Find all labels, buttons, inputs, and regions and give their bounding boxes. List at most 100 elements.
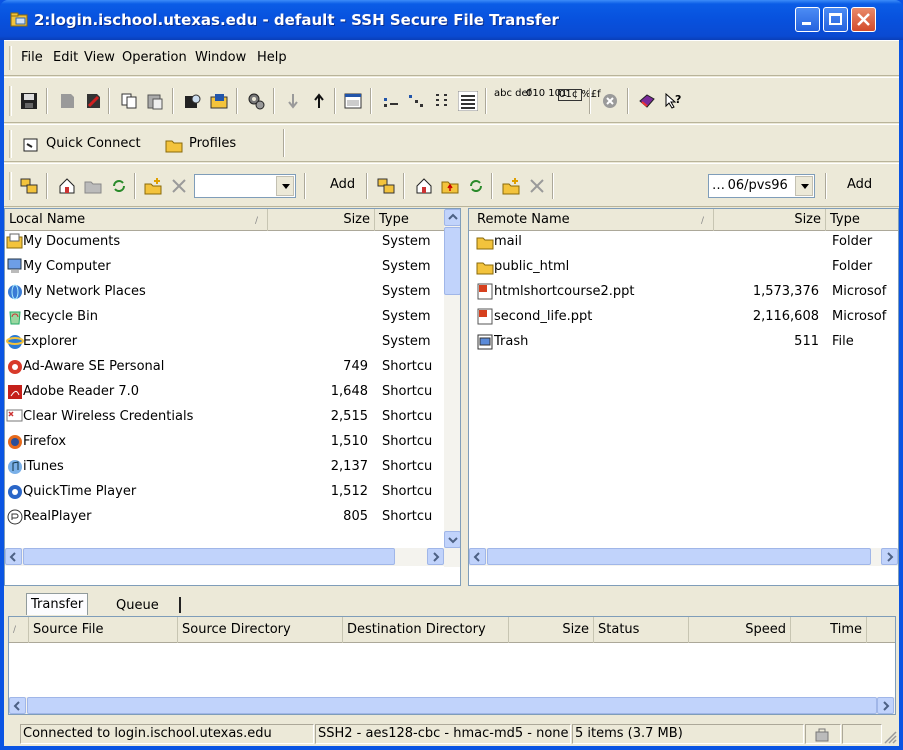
file-row[interactable]: Firefox 1,510 Shortcu — [5, 431, 445, 456]
menu-file[interactable]: File — [21, 50, 43, 65]
remote-file-pane[interactable]: Remote Name ∕ Size Type mail Folder public… — [468, 208, 899, 586]
menu-operation[interactable]: Operation — [122, 50, 187, 65]
file-row[interactable]: Ad-Aware SE Personal 749 Shortcu — [5, 356, 445, 381]
menu-window[interactable]: Window — [195, 50, 246, 65]
small-icons-view-icon[interactable] — [408, 92, 426, 110]
chevron-down-icon[interactable] — [795, 176, 813, 196]
local-add-button[interactable]: Add — [330, 177, 355, 192]
speed-column-header[interactable]: Speed — [689, 617, 791, 643]
local-type-column-header[interactable]: Type — [375, 209, 445, 231]
scroll-thumb[interactable] — [444, 227, 460, 295]
settings-gears-icon[interactable] — [247, 92, 265, 110]
ascii-mode-icon[interactable]: 01¢ %£f — [558, 89, 601, 101]
save-icon[interactable] — [20, 92, 38, 110]
chevron-down-icon[interactable] — [276, 176, 294, 196]
file-row[interactable]: Clear Wireless Credentials 2,515 Shortcu — [5, 406, 445, 431]
local-name-column-header[interactable]: Local Name — [5, 209, 268, 231]
tab-queue[interactable]: Queue — [112, 596, 163, 615]
transfer-list[interactable]: ∕ Source File Source Directory Destinati… — [8, 616, 896, 715]
local-new-folder-icon[interactable] — [144, 177, 162, 195]
local-view-toggle-icon[interactable] — [20, 177, 38, 195]
scroll-right-button[interactable] — [881, 548, 898, 565]
destination-directory-column-header[interactable]: Destination Directory — [343, 617, 509, 643]
time-column-header[interactable]: Time — [791, 617, 867, 643]
local-refresh-icon[interactable] — [110, 177, 128, 195]
local-file-pane[interactable]: Local Name ∕ Size Type My Documents Syste… — [4, 208, 461, 586]
paste-icon[interactable] — [146, 92, 164, 110]
remote-refresh-icon[interactable] — [467, 177, 485, 195]
list-view-icon[interactable] — [434, 92, 452, 110]
scroll-right-button[interactable] — [427, 548, 444, 565]
binary-mode-icon[interactable]: 010 101 — [526, 89, 567, 99]
remote-horizontal-scrollbar[interactable] — [469, 548, 898, 566]
new-terminal-icon[interactable] — [58, 92, 76, 110]
disconnect-icon[interactable] — [601, 92, 619, 110]
profiles-button[interactable]: Profiles — [189, 136, 236, 151]
file-row[interactable]: second_life.ppt 2,116,608 Microsof — [469, 306, 898, 331]
file-row[interactable]: My Documents System — [5, 231, 445, 256]
menu-view[interactable]: View — [84, 50, 115, 65]
large-icons-view-icon[interactable] — [382, 92, 400, 110]
local-delete-icon[interactable] — [170, 177, 188, 195]
file-row[interactable]: Explorer System — [5, 331, 445, 356]
file-row[interactable]: iTunes 2,137 Shortcu — [5, 456, 445, 481]
auto-mode-icon[interactable]: abc def — [494, 89, 531, 99]
remote-size-column-header[interactable]: Size — [714, 209, 826, 231]
local-vertical-scrollbar[interactable] — [444, 209, 460, 567]
local-path-combo[interactable] — [194, 174, 296, 198]
show-transfer-pane-icon[interactable] — [344, 92, 362, 110]
local-home-icon[interactable] — [58, 177, 76, 195]
scroll-thumb[interactable] — [487, 548, 871, 565]
local-size-column-header[interactable]: Size — [268, 209, 375, 231]
status-column-header[interactable]: Status — [594, 617, 689, 643]
remote-delete-icon[interactable] — [528, 177, 546, 195]
scroll-thumb[interactable] — [27, 697, 877, 714]
file-row[interactable]: My Computer System — [5, 256, 445, 281]
tab-transfer[interactable]: Transfer — [26, 593, 89, 615]
download-arrow-icon[interactable] — [284, 92, 302, 110]
connect-folder-icon[interactable] — [210, 92, 228, 110]
maximize-button[interactable] — [823, 7, 848, 32]
file-row[interactable]: mail Folder — [469, 231, 898, 256]
remote-home-icon[interactable] — [415, 177, 433, 195]
file-row[interactable]: Recycle Bin System — [5, 306, 445, 331]
remote-view-toggle-icon[interactable] — [377, 177, 395, 195]
help-topics-icon[interactable] — [638, 92, 656, 110]
file-row[interactable]: My Network Places System — [5, 281, 445, 306]
quick-connect-button[interactable]: Quick Connect — [46, 136, 141, 151]
remote-name-column-header[interactable]: Remote Name — [469, 209, 714, 231]
file-row[interactable]: Adobe Reader 7.0 1,648 Shortcu — [5, 381, 445, 406]
transfer-horizontal-scrollbar[interactable] — [9, 697, 895, 714]
find-icon[interactable] — [184, 92, 202, 110]
source-file-column-header[interactable]: Source File — [29, 617, 178, 643]
upload-arrow-icon[interactable] — [310, 92, 328, 110]
scroll-right-button[interactable] — [877, 697, 894, 714]
remote-new-folder-icon[interactable] — [502, 177, 520, 195]
copy-icon[interactable] — [120, 92, 138, 110]
file-row[interactable]: QuickTime Player 1,512 Shortcu — [5, 481, 445, 506]
transfer-size-column-header[interactable]: Size — [509, 617, 594, 643]
menu-help[interactable]: Help — [257, 50, 287, 65]
scroll-left-button[interactable] — [469, 548, 486, 565]
file-row[interactable]: RealPlayer 805 Shortcu — [5, 506, 445, 531]
close-button[interactable] — [851, 7, 876, 32]
scroll-thumb[interactable] — [23, 548, 395, 565]
whats-this-help-icon[interactable]: ? — [664, 92, 682, 110]
remote-add-button[interactable]: Add — [847, 177, 872, 192]
new-file-transfer-icon[interactable] — [84, 92, 102, 110]
local-horizontal-scrollbar[interactable] — [5, 548, 460, 566]
scroll-left-button[interactable] — [5, 548, 22, 565]
file-row[interactable]: Trash 511 File — [469, 331, 898, 356]
remote-up-folder-icon[interactable] — [441, 177, 459, 195]
scroll-up-button[interactable] — [444, 209, 460, 226]
resize-grip-icon[interactable] — [883, 730, 897, 744]
file-row[interactable]: public_html Folder — [469, 256, 898, 281]
scroll-left-button[interactable] — [9, 697, 26, 714]
remote-path-combo[interactable]: … 06/pvs96 — [708, 174, 815, 198]
local-up-folder-icon[interactable] — [84, 177, 102, 195]
menu-grip[interactable] — [9, 46, 12, 70]
menu-edit[interactable]: Edit — [53, 50, 78, 65]
source-directory-column-header[interactable]: Source Directory — [178, 617, 343, 643]
file-row[interactable]: htmlshortcourse2.ppt 1,573,376 Microsof — [469, 281, 898, 306]
minimize-button[interactable] — [795, 7, 820, 32]
